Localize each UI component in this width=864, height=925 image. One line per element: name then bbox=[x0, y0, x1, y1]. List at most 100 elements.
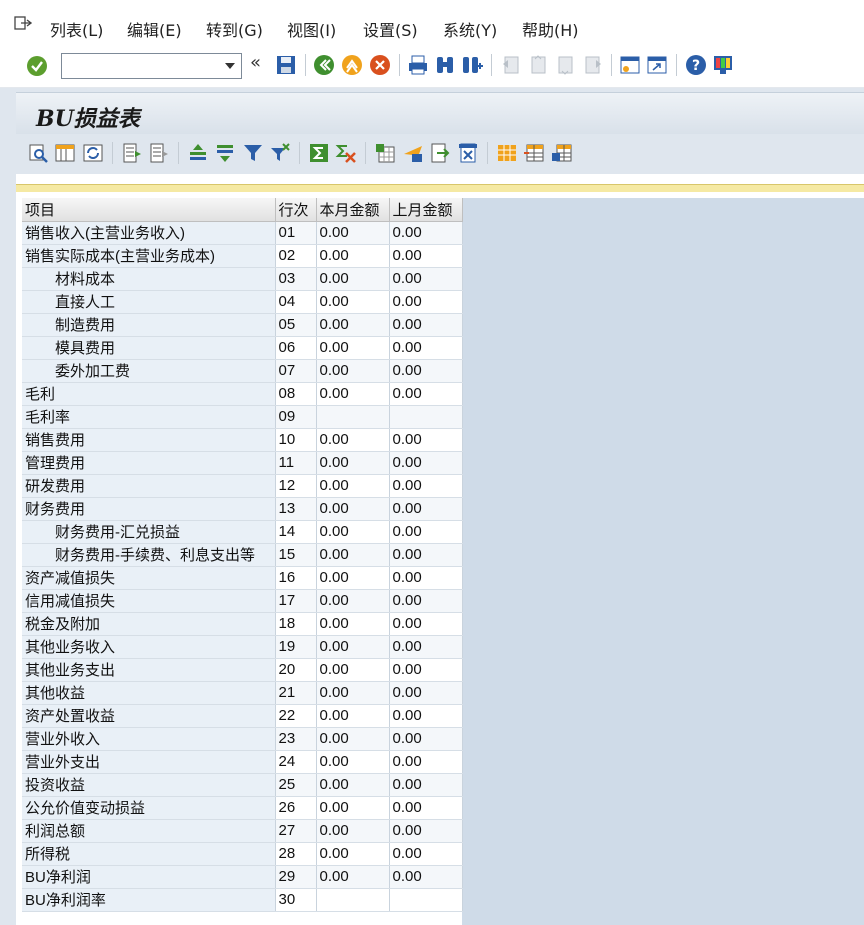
save-layout-icon[interactable] bbox=[551, 142, 573, 164]
cell-line-number[interactable]: 07 bbox=[275, 359, 317, 383]
cell-item[interactable]: 利润总额 bbox=[22, 819, 276, 843]
cell-line-number[interactable]: 17 bbox=[275, 589, 317, 613]
table-row[interactable]: 营业外支出 24 0.00 0.00 bbox=[22, 750, 463, 774]
table-row[interactable]: 营业外收入 23 0.00 0.00 bbox=[22, 727, 463, 751]
cell-item[interactable]: 管理费用 bbox=[22, 451, 276, 475]
table-row[interactable]: 模具费用 06 0.00 0.00 bbox=[22, 336, 463, 360]
shortcut-icon[interactable] bbox=[646, 54, 668, 76]
save-icon[interactable] bbox=[275, 54, 297, 76]
table-row[interactable]: 研发费用 12 0.00 0.00 bbox=[22, 474, 463, 498]
cell-current-month[interactable]: 0.00 bbox=[316, 474, 390, 498]
cell-previous-month[interactable]: 0.00 bbox=[389, 497, 463, 521]
cell-previous-month[interactable]: 0.00 bbox=[389, 819, 463, 843]
cell-item[interactable]: 财务费用-汇兑损益 bbox=[22, 520, 276, 544]
cell-previous-month[interactable]: 0.00 bbox=[389, 290, 463, 314]
cell-current-month[interactable]: 0.00 bbox=[316, 681, 390, 705]
cell-previous-month[interactable]: 0.00 bbox=[389, 842, 463, 866]
cell-current-month[interactable]: 0.00 bbox=[316, 842, 390, 866]
export-spreadsheet-icon[interactable] bbox=[374, 142, 396, 164]
table-row[interactable]: 投资收益 25 0.00 0.00 bbox=[22, 773, 463, 797]
find-icon[interactable] bbox=[434, 54, 456, 76]
select-layout-icon[interactable] bbox=[54, 142, 76, 164]
cell-current-month[interactable]: 0.00 bbox=[316, 267, 390, 291]
cell-item[interactable]: 模具费用 bbox=[22, 336, 276, 360]
details-icon[interactable] bbox=[27, 142, 49, 164]
total-sum-icon[interactable] bbox=[308, 142, 330, 164]
cell-item[interactable]: 其他业务支出 bbox=[22, 658, 276, 682]
cell-item[interactable]: 信用减值损失 bbox=[22, 589, 276, 613]
chevron-down-icon[interactable] bbox=[225, 63, 235, 69]
cell-line-number[interactable]: 05 bbox=[275, 313, 317, 337]
menu-edit[interactable]: 编辑(E) bbox=[127, 17, 182, 41]
cell-line-number[interactable]: 20 bbox=[275, 658, 317, 682]
cell-item[interactable]: BU净利润率 bbox=[22, 888, 276, 912]
table-row[interactable]: 其他业务收入 19 0.00 0.00 bbox=[22, 635, 463, 659]
cell-item[interactable]: 毛利 bbox=[22, 382, 276, 406]
cell-previous-month[interactable]: 0.00 bbox=[389, 658, 463, 682]
back-icon[interactable] bbox=[313, 54, 335, 76]
find-next-icon[interactable] bbox=[461, 54, 483, 76]
cell-previous-month[interactable]: 0.00 bbox=[389, 773, 463, 797]
abc-analysis-icon[interactable] bbox=[457, 142, 479, 164]
cell-previous-month[interactable]: 0.00 bbox=[389, 244, 463, 268]
table-row[interactable]: 其他业务支出 20 0.00 0.00 bbox=[22, 658, 463, 682]
cell-previous-month[interactable]: 0.00 bbox=[389, 796, 463, 820]
cell-item[interactable]: 销售收入(主营业务收入) bbox=[22, 221, 276, 245]
cell-previous-month[interactable]: 0.00 bbox=[389, 267, 463, 291]
table-row[interactable]: BU净利润率 30 bbox=[22, 888, 463, 912]
cell-current-month[interactable]: 0.00 bbox=[316, 635, 390, 659]
cell-item[interactable]: 所得税 bbox=[22, 842, 276, 866]
cell-current-month[interactable]: 0.00 bbox=[316, 336, 390, 360]
cell-line-number[interactable]: 18 bbox=[275, 612, 317, 636]
cell-line-number[interactable]: 26 bbox=[275, 796, 317, 820]
cell-previous-month[interactable]: 0.00 bbox=[389, 681, 463, 705]
cell-item[interactable]: 税金及附加 bbox=[22, 612, 276, 636]
cell-line-number[interactable]: 23 bbox=[275, 727, 317, 751]
cell-current-month[interactable]: 0.00 bbox=[316, 704, 390, 728]
change-layout-icon[interactable] bbox=[496, 142, 518, 164]
table-row[interactable]: 利润总额 27 0.00 0.00 bbox=[22, 819, 463, 843]
cell-previous-month[interactable]: 0.00 bbox=[389, 704, 463, 728]
column-header-current-month[interactable]: 本月金额 bbox=[316, 198, 390, 222]
table-row[interactable]: 毛利 08 0.00 0.00 bbox=[22, 382, 463, 406]
export-local-file-icon[interactable] bbox=[429, 142, 451, 164]
cell-previous-month[interactable]: 0.00 bbox=[389, 589, 463, 613]
cell-line-number[interactable]: 28 bbox=[275, 842, 317, 866]
cell-previous-month[interactable]: 0.00 bbox=[389, 612, 463, 636]
refresh-icon[interactable] bbox=[82, 142, 104, 164]
menu-view[interactable]: 视图(I) bbox=[287, 17, 336, 41]
cell-line-number[interactable]: 11 bbox=[275, 451, 317, 475]
menu-list[interactable]: 列表(L) bbox=[50, 17, 103, 41]
cell-current-month[interactable]: 0.00 bbox=[316, 796, 390, 820]
cell-current-month[interactable] bbox=[316, 888, 390, 912]
cell-item[interactable]: 营业外支出 bbox=[22, 750, 276, 774]
table-row[interactable]: 直接人工 04 0.00 0.00 bbox=[22, 290, 463, 314]
cell-item[interactable]: 研发费用 bbox=[22, 474, 276, 498]
table-row[interactable]: 财务费用-汇兑损益 14 0.00 0.00 bbox=[22, 520, 463, 544]
cell-previous-month[interactable] bbox=[389, 405, 463, 429]
cell-current-month[interactable]: 0.00 bbox=[316, 359, 390, 383]
cell-line-number[interactable]: 15 bbox=[275, 543, 317, 567]
cell-item[interactable]: 毛利率 bbox=[22, 405, 276, 429]
cell-item[interactable]: 委外加工费 bbox=[22, 359, 276, 383]
cell-line-number[interactable]: 29 bbox=[275, 865, 317, 889]
cell-current-month[interactable]: 0.00 bbox=[316, 497, 390, 521]
table-row[interactable]: 材料成本 03 0.00 0.00 bbox=[22, 267, 463, 291]
cell-line-number[interactable]: 27 bbox=[275, 819, 317, 843]
cell-line-number[interactable]: 16 bbox=[275, 566, 317, 590]
table-row[interactable]: 财务费用-手续费、利息支出等 15 0.00 0.00 bbox=[22, 543, 463, 567]
column-header-previous-month[interactable]: 上月金额 bbox=[389, 198, 463, 222]
cell-current-month[interactable]: 0.00 bbox=[316, 566, 390, 590]
cell-item[interactable]: 资产处置收益 bbox=[22, 704, 276, 728]
table-row[interactable]: 所得税 28 0.00 0.00 bbox=[22, 842, 463, 866]
cell-line-number[interactable]: 14 bbox=[275, 520, 317, 544]
cell-item[interactable]: 投资收益 bbox=[22, 773, 276, 797]
cell-current-month[interactable]: 0.00 bbox=[316, 819, 390, 843]
table-row[interactable]: 管理费用 11 0.00 0.00 bbox=[22, 451, 463, 475]
cell-previous-month[interactable]: 0.00 bbox=[389, 221, 463, 245]
deselect-all-icon[interactable] bbox=[148, 142, 170, 164]
cell-current-month[interactable] bbox=[316, 405, 390, 429]
table-row[interactable]: 公允价值变动损益 26 0.00 0.00 bbox=[22, 796, 463, 820]
menu-goto[interactable]: 转到(G) bbox=[206, 17, 263, 41]
cell-item[interactable]: 其他业务收入 bbox=[22, 635, 276, 659]
